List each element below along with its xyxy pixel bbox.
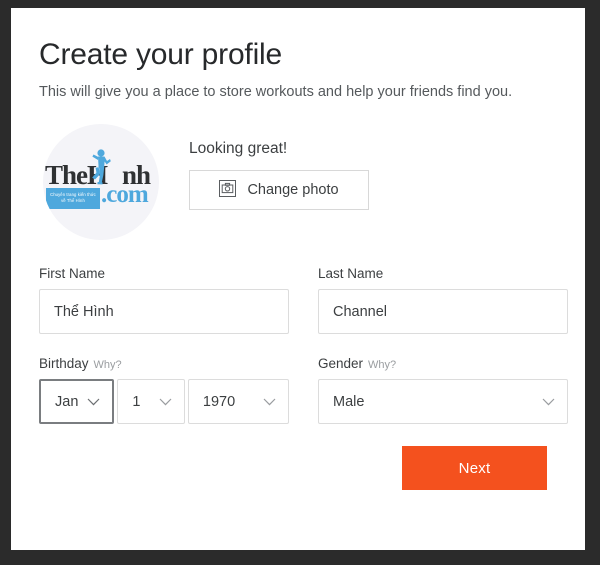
birthday-selects: Jan 1 1970 <box>39 379 289 425</box>
gender-group: Gender Why? Male <box>318 356 568 425</box>
gender-label: Gender Why? <box>318 356 568 371</box>
last-name-input[interactable] <box>318 289 568 335</box>
change-photo-label: Change photo <box>247 182 339 199</box>
name-row: First Name Last Name <box>39 266 568 335</box>
first-name-group: First Name <box>39 266 289 335</box>
birthday-label: Birthday Why? <box>39 356 289 371</box>
next-button[interactable]: Next <box>402 446 547 491</box>
last-name-group: Last Name <box>318 266 568 335</box>
last-name-label: Last Name <box>318 266 384 282</box>
chevron-down-icon <box>87 394 100 410</box>
birthday-month-value: Jan <box>55 393 79 410</box>
change-photo-button[interactable]: Change photo <box>189 170 369 211</box>
gender-select[interactable]: Male <box>318 379 568 425</box>
page-title: Create your profile <box>39 38 282 71</box>
first-name-label: First Name <box>39 266 106 282</box>
photo-actions: Looking great! Change photo <box>189 124 369 211</box>
screen-frame: Create your profile This will give you a… <box>0 0 600 565</box>
avatar-logo: TheH nh .com Chuyên trang kiến thức về T… <box>45 146 157 218</box>
gender-value: Male <box>333 393 365 410</box>
birthday-label-text: Birthday <box>39 356 89 372</box>
logo-banner-line2: về Thể Hình <box>61 198 85 204</box>
photo-status-text: Looking great! <box>189 140 288 158</box>
camera-icon <box>219 179 237 201</box>
logo-dotcom: .com <box>101 181 149 209</box>
birthday-gender-row: Birthday Why? Jan 1 1970 Gender Why? Mal… <box>39 356 568 425</box>
chevron-down-icon <box>263 394 276 410</box>
birthday-day-value: 1 <box>132 393 141 410</box>
profile-card: Create your profile This will give you a… <box>11 8 585 550</box>
birthday-group: Birthday Why? Jan 1 1970 <box>39 356 289 425</box>
chevron-down-icon <box>159 394 172 410</box>
avatar[interactable]: TheH nh .com Chuyên trang kiến thức về T… <box>43 124 159 241</box>
page-subtitle: This will give you a place to store work… <box>39 83 513 100</box>
birthday-month-select[interactable]: Jan <box>39 379 115 425</box>
birthday-why-link[interactable]: Why? <box>94 359 122 371</box>
chevron-down-icon <box>542 394 555 410</box>
photo-section: TheH nh .com Chuyên trang kiến thức về T… <box>39 124 557 241</box>
gender-why-link[interactable]: Why? <box>368 359 396 371</box>
first-name-input[interactable] <box>39 289 289 335</box>
birthday-day-select[interactable]: 1 <box>117 379 185 425</box>
logo-banner: Chuyên trang kiến thức về Thể Hình <box>46 188 100 210</box>
birthday-year-value: 1970 <box>202 393 236 410</box>
birthday-year-select[interactable]: 1970 <box>187 379 289 425</box>
gender-label-text: Gender <box>318 356 364 372</box>
form-footer: Next <box>39 446 557 491</box>
